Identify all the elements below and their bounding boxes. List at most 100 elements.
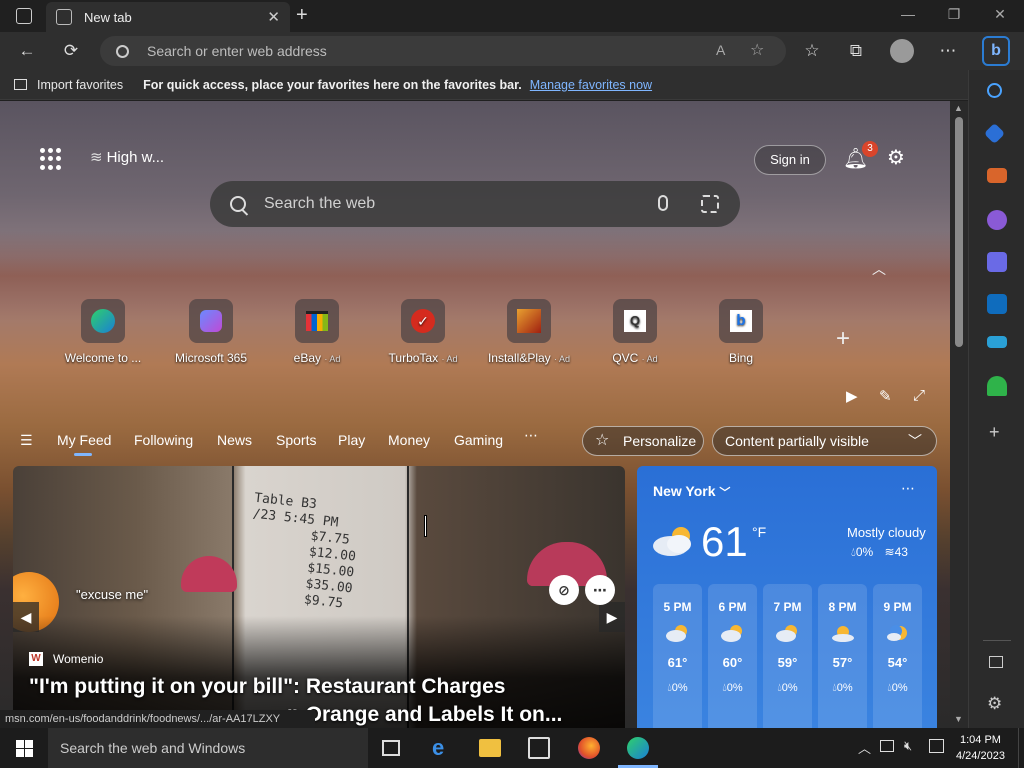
sidebar-hide-icon[interactable] bbox=[989, 656, 1003, 668]
sidebar-settings-icon[interactable]: ⚙ bbox=[987, 694, 1002, 714]
tab-actions-icon[interactable] bbox=[16, 8, 32, 24]
page-scrollbar[interactable]: ▲ ▼ bbox=[950, 101, 968, 728]
favorites-icon[interactable]: ☆ bbox=[801, 41, 823, 61]
tab-gaming[interactable]: Gaming bbox=[454, 432, 503, 448]
firefox-icon[interactable] bbox=[578, 737, 600, 759]
close-window-button[interactable]: ✕ bbox=[990, 6, 1010, 23]
content-visibility-dropdown[interactable]: Content partially visible ﹀ bbox=[712, 426, 937, 456]
windows-start-icon[interactable] bbox=[16, 740, 33, 757]
scroll-down-arrow[interactable]: ▼ bbox=[954, 714, 963, 724]
microphone-icon[interactable] bbox=[658, 195, 668, 211]
read-aloud-icon[interactable]: A bbox=[716, 42, 725, 58]
add-favorite-icon[interactable]: ☆ bbox=[750, 40, 764, 60]
news-card[interactable]: Table B3 /23 5:45 PM $7.75 $12.00 $15.00… bbox=[13, 466, 625, 728]
hour-precip-value: 0% bbox=[726, 682, 743, 694]
sidebar-search-icon[interactable] bbox=[987, 83, 1002, 98]
quicklink-label: TurboTax bbox=[388, 351, 439, 365]
video-caption: "excuse me" bbox=[76, 587, 149, 602]
tab-money[interactable]: Money bbox=[388, 432, 430, 448]
close-tab-icon[interactable]: ✕ bbox=[267, 8, 280, 26]
news-source-name: Womenio bbox=[53, 652, 104, 666]
hourly-forecast-item[interactable]: 8 PM 57° 💧︎0% bbox=[818, 584, 867, 728]
hide-story-button[interactable]: ⊘ bbox=[549, 575, 579, 605]
edit-background-icon[interactable]: ✎ bbox=[879, 387, 892, 405]
visual-search-icon[interactable] bbox=[701, 195, 719, 213]
hourly-forecast-item[interactable]: 9 PM 54° 💧︎0% bbox=[873, 584, 922, 728]
taskbar-search-box[interactable]: Search the web and Windows bbox=[48, 728, 368, 768]
volume-muted-icon[interactable]: 🔇︎ bbox=[904, 738, 912, 754]
bing-copilot-icon[interactable]: b bbox=[982, 36, 1010, 66]
sidebar-send-icon[interactable] bbox=[987, 336, 1007, 348]
taskbar-clock[interactable]: 1:04 PM 4/24/2023 bbox=[956, 732, 1005, 764]
carousel-next-button[interactable]: ▶ bbox=[599, 602, 625, 632]
quicklink-turbotax[interactable]: ✓ TurboTax · Ad bbox=[368, 299, 478, 365]
hour-label: 6 PM bbox=[718, 600, 747, 614]
network-icon[interactable] bbox=[880, 740, 894, 752]
tab-sports[interactable]: Sports bbox=[276, 432, 316, 448]
collapse-chevron-up-icon[interactable]: ︿ bbox=[872, 259, 886, 279]
tab-news[interactable]: News bbox=[217, 432, 252, 448]
quicklink-bing[interactable]: b Bing bbox=[686, 299, 796, 365]
page-settings-gear-icon[interactable]: ⚙ bbox=[887, 145, 905, 170]
hour-precip-value: 0% bbox=[781, 682, 798, 694]
task-view-icon[interactable] bbox=[382, 740, 400, 756]
store-icon[interactable] bbox=[528, 737, 550, 759]
hourly-forecast-item[interactable]: 7 PM 59° 💧︎0% bbox=[763, 584, 812, 728]
minimize-button[interactable]: — bbox=[898, 6, 918, 22]
action-center-icon[interactable] bbox=[929, 739, 944, 753]
tab-following[interactable]: Following bbox=[134, 432, 193, 448]
refresh-button[interactable]: ⟳ bbox=[60, 41, 82, 61]
quicklink-microsoft-365[interactable]: Microsoft 365 bbox=[156, 299, 266, 365]
quicklink-label: Bing bbox=[728, 351, 754, 365]
sidebar-add-icon[interactable]: + bbox=[989, 422, 1000, 443]
sidebar-games-icon[interactable] bbox=[987, 210, 1007, 230]
carousel-prev-button[interactable]: ◀ bbox=[13, 602, 39, 632]
scroll-up-arrow[interactable]: ▲ bbox=[954, 103, 963, 113]
personalize-button[interactable]: ☆ Personalize bbox=[582, 426, 704, 456]
import-favorites-button[interactable]: Import favorites bbox=[14, 78, 123, 92]
quicklink-qvc[interactable]: Q QVC · Ad bbox=[580, 299, 690, 365]
feed-menu-icon[interactable]: ☰ bbox=[20, 432, 33, 449]
hour-temp: 57° bbox=[832, 655, 853, 670]
apps-launcher-icon[interactable] bbox=[40, 148, 62, 170]
manage-favorites-link[interactable]: Manage favorites now bbox=[530, 78, 652, 92]
edge-legacy-icon[interactable]: e bbox=[432, 737, 454, 759]
expand-icon[interactable]: ⤢ bbox=[913, 387, 925, 404]
show-hidden-icons[interactable]: ︿ bbox=[858, 738, 871, 757]
sign-in-button[interactable]: Sign in bbox=[754, 145, 826, 175]
news-source[interactable]: W Womenio bbox=[29, 652, 103, 666]
weather-card[interactable]: New York ﹀ ⋯ 61 °F Mostly cloudy 💧︎0% ≋4… bbox=[637, 466, 937, 728]
collections-icon[interactable]: ⧉ bbox=[845, 41, 867, 61]
play-background-icon[interactable]: ▶ bbox=[846, 387, 858, 405]
profile-avatar[interactable] bbox=[890, 39, 914, 63]
import-favorites-label: Import favorites bbox=[37, 77, 124, 92]
weather-more-icon[interactable]: ⋯ bbox=[901, 480, 915, 497]
more-menu-icon[interactable]: ⋯ bbox=[937, 41, 959, 61]
weather-city-dropdown[interactable]: New York ﹀ bbox=[653, 483, 730, 500]
show-desktop-button[interactable] bbox=[1018, 728, 1024, 768]
sidebar-tools-icon[interactable] bbox=[987, 168, 1007, 183]
add-shortcut-icon[interactable]: + bbox=[836, 325, 850, 353]
scrollbar-thumb[interactable] bbox=[955, 117, 963, 347]
sidebar-tree-icon[interactable] bbox=[987, 376, 1007, 396]
quicklink-ebay[interactable]: eBay · Ad bbox=[262, 299, 372, 365]
tab-my-feed[interactable]: My Feed bbox=[57, 432, 111, 448]
sidebar-outlook-icon[interactable] bbox=[987, 294, 1007, 314]
tab-new-tab[interactable]: New tab ✕ bbox=[46, 2, 290, 32]
address-bar[interactable]: Search or enter web address A ☆ bbox=[100, 36, 786, 66]
restore-button[interactable]: ❐ bbox=[944, 6, 964, 23]
quicklink-welcome[interactable]: Welcome to ... bbox=[48, 299, 158, 365]
back-button[interactable]: ← bbox=[16, 41, 38, 61]
sidebar-shopping-icon[interactable] bbox=[983, 122, 1006, 145]
hourly-forecast-item[interactable]: 5 PM 61° 💧︎0% bbox=[653, 584, 702, 728]
story-more-button[interactable]: ⋯ bbox=[585, 575, 615, 605]
weather-mini-widget[interactable]: ≋ High w... bbox=[90, 148, 164, 166]
feed-more-icon[interactable]: ⋯ bbox=[524, 427, 538, 444]
quicklink-install-play[interactable]: Install&Play · Ad bbox=[474, 299, 584, 365]
file-explorer-icon[interactable] bbox=[479, 739, 501, 757]
sidebar-m365-icon[interactable] bbox=[987, 252, 1007, 272]
edge-icon[interactable] bbox=[627, 737, 649, 759]
hourly-forecast-item[interactable]: 6 PM 60° 💧︎0% bbox=[708, 584, 757, 728]
new-tab-button[interactable]: + bbox=[296, 4, 308, 27]
tab-play[interactable]: Play bbox=[338, 432, 365, 448]
